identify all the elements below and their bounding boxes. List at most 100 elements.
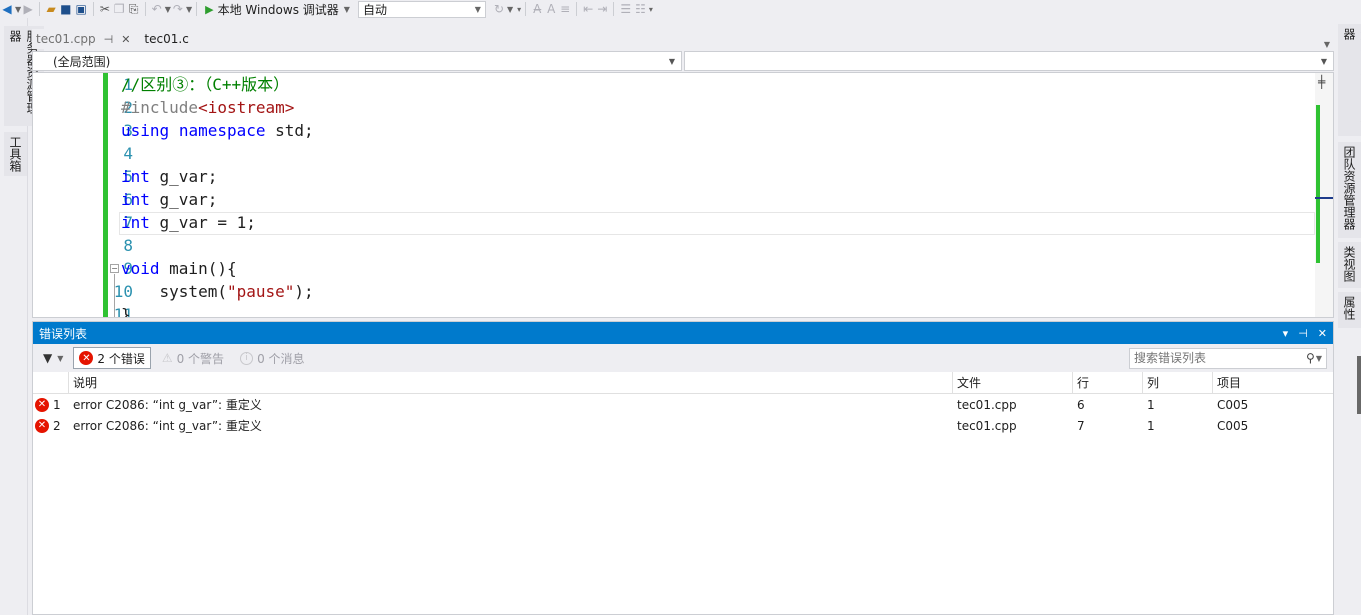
column-header-line[interactable]: 行: [1073, 372, 1143, 393]
table-row[interactable]: ✕ 2 error C2086: “int g_var”: 重定义 tec01.…: [33, 415, 1333, 436]
refresh-dropdown-icon[interactable]: ▼: [507, 5, 513, 14]
document-tabstrip: tec01.cpp ⊣ ✕ tec01.c ▼: [32, 29, 1334, 49]
toolbox-tab[interactable]: 工具箱: [4, 132, 27, 176]
open-folder-icon[interactable]: ▰: [44, 0, 58, 18]
chevron-down-icon[interactable]: ▼: [1316, 354, 1322, 363]
column-header-index[interactable]: [33, 372, 69, 393]
column-header-project[interactable]: 项目: [1213, 372, 1333, 393]
uncomment-icon[interactable]: ☷: [633, 0, 648, 18]
copy-icon[interactable]: ❐: [112, 0, 127, 18]
code-token: g_var;: [149, 167, 218, 186]
code-line[interactable]: int g_var;: [121, 165, 1311, 188]
search-input[interactable]: [1134, 351, 1307, 365]
code-token: int: [121, 167, 150, 186]
class-view-tab[interactable]: 类视图: [1338, 242, 1361, 288]
split-editor-icon[interactable]: ╪: [1318, 75, 1325, 89]
toolbar-overflow-icon[interactable]: ▾: [517, 5, 521, 14]
toolbar-separator: [144, 2, 146, 16]
chevron-down-icon: ▼: [343, 4, 350, 14]
save-icon[interactable]: ■: [58, 0, 73, 18]
main-toolbar: ◀ ▼ ▶ ▰ ■ ▣ ✂ ❐ ⎘ ↶ ▼ ↷ ▼ ▶ 本地 Windows 调…: [0, 0, 1361, 18]
chevron-down-icon: ▼: [668, 56, 675, 66]
code-token: std;: [265, 121, 314, 140]
row-description: error C2086: “int g_var”: 重定义: [73, 398, 262, 412]
undo-icon[interactable]: ↶: [150, 0, 164, 18]
decrease-font-icon[interactable]: A̶: [530, 0, 544, 18]
code-line[interactable]: void main(){: [121, 257, 1311, 280]
table-header: 说明 文件 行 列 项目: [33, 372, 1333, 394]
code-token: int: [121, 190, 150, 209]
redo-dropdown-icon[interactable]: ▼: [186, 5, 192, 14]
comment-icon[interactable]: ☰: [618, 0, 633, 18]
warnings-toggle[interactable]: ⚠ 0 个警告: [157, 347, 229, 369]
filter-button[interactable]: ▼ ▼: [39, 351, 67, 365]
save-all-icon[interactable]: ▣: [74, 0, 89, 18]
code-token: //区别③：（C++版本）: [121, 75, 290, 94]
errors-toggle[interactable]: ✕ 2 个错误: [73, 347, 151, 369]
pin-icon[interactable]: ⊣: [1298, 327, 1308, 340]
tab-list-dropdown-icon[interactable]: ▼: [1324, 40, 1334, 49]
code-token: g_var = 1;: [149, 213, 256, 232]
solution-config-value: 自动: [362, 2, 387, 17]
toolbar-overflow-icon[interactable]: ▾: [649, 5, 653, 14]
editor-vertical-scrollbar[interactable]: ╪: [1315, 73, 1333, 317]
tab-label: tec01.c: [144, 32, 189, 46]
error-table: 说明 文件 行 列 项目 ✕ 1 error C2086: “int g_var…: [33, 372, 1333, 436]
tab-tec01-cpp[interactable]: tec01.cpp ⊣ ✕: [32, 29, 135, 49]
solution-config-select[interactable]: 自动 ▼: [357, 0, 486, 18]
indent-icon[interactable]: ⇥: [595, 0, 609, 18]
refresh-icon[interactable]: ↻: [492, 0, 506, 18]
column-header-file[interactable]: 文件: [953, 372, 1073, 393]
messages-toggle[interactable]: i 0 个消息: [235, 347, 309, 369]
column-header-column[interactable]: 列: [1143, 372, 1213, 393]
column-header-description[interactable]: 说明: [69, 372, 953, 393]
close-icon[interactable]: ✕: [121, 33, 130, 46]
forward-icon[interactable]: ▶: [21, 0, 35, 18]
code-line[interactable]: int g_var;: [121, 188, 1311, 211]
scope-dropdown[interactable]: (全局范围) ▼: [32, 51, 682, 71]
member-dropdown[interactable]: ▼: [684, 51, 1334, 71]
row-line: 7: [1077, 418, 1085, 433]
close-icon[interactable]: ✕: [1318, 327, 1327, 340]
table-row[interactable]: ✕ 1 error C2086: “int g_var”: 重定义 tec01.…: [33, 394, 1333, 415]
code-line[interactable]: #include<iostream>: [121, 96, 1311, 119]
code-line[interactable]: system("pause");: [121, 280, 1311, 303]
code-editor[interactable]: 1 2 3 4 5 6 7 8 9 10 11 − //区别③：（C++版本） #include<io…: [32, 72, 1334, 318]
team-explorer-tab[interactable]: 团队资源管理器: [1338, 142, 1361, 238]
code-line[interactable]: [121, 142, 1311, 165]
warning-icon: ⚠: [161, 351, 173, 365]
code-line[interactable]: //区别③：（C++版本）: [121, 73, 1311, 96]
back-icon[interactable]: ◀: [0, 0, 14, 18]
code-token: #include: [121, 98, 199, 117]
start-debugging-button[interactable]: ▶ 本地 Windows 调试器 ▼: [201, 0, 354, 18]
search-error-list[interactable]: ⚲ ▼: [1129, 347, 1327, 369]
scrollbar-caret-marker: [1315, 197, 1333, 199]
solution-explorer-tab[interactable]: 解决方案资源管理器: [1338, 24, 1361, 136]
tab-tec01-c[interactable]: tec01.c: [140, 29, 192, 49]
fold-guide: [114, 274, 115, 317]
search-icon[interactable]: ⚲: [1306, 351, 1315, 365]
redo-icon[interactable]: ↷: [171, 0, 185, 18]
format-icon[interactable]: ≡: [558, 0, 572, 18]
start-debugging-label: 本地 Windows 调试器: [217, 2, 339, 17]
code-content[interactable]: //区别③：（C++版本） #include<iostream> using nam…: [121, 73, 1311, 317]
code-line[interactable]: int g_var = 1;: [121, 211, 1311, 234]
code-line[interactable]: [121, 234, 1311, 257]
properties-tab[interactable]: 属性: [1338, 292, 1361, 328]
collapse-icon[interactable]: −: [110, 264, 119, 273]
code-line[interactable]: using namespace std;: [121, 119, 1311, 142]
outdent-icon[interactable]: ⇤: [581, 0, 595, 18]
pin-icon[interactable]: ⊣: [104, 33, 114, 46]
row-line: 6: [1077, 397, 1085, 412]
panel-title: 错误列表: [39, 326, 88, 341]
code-line[interactable]: }: [121, 303, 1311, 317]
window-position-icon[interactable]: ▾: [1283, 327, 1289, 340]
increase-font-icon[interactable]: A: [544, 0, 558, 18]
errors-toggle-label: 2 个错误: [97, 351, 145, 366]
row-index-cell: ✕ 1: [33, 394, 69, 415]
toolbar-separator: [525, 2, 527, 16]
cut-icon[interactable]: ✂: [98, 0, 112, 18]
change-tracking-bar: [103, 73, 108, 317]
code-token: namespace: [178, 121, 266, 140]
paste-icon[interactable]: ⎘: [127, 0, 141, 18]
